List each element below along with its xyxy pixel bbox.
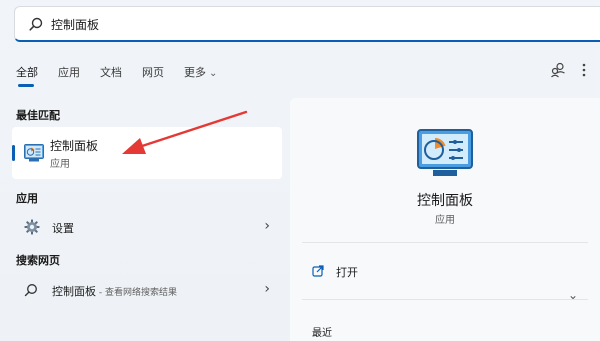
more-options-icon[interactable] bbox=[581, 62, 587, 78]
search-icon bbox=[24, 284, 37, 297]
tab-documents[interactable]: 文档 bbox=[100, 64, 122, 80]
chevron-right-icon: › bbox=[264, 281, 270, 297]
search-box[interactable]: 控制面板 bbox=[14, 6, 600, 42]
web-search-heading: 搜索网页 bbox=[16, 254, 60, 267]
best-match-title: 控制面板 bbox=[50, 139, 99, 153]
divider bbox=[302, 242, 588, 243]
gear-icon bbox=[24, 219, 40, 235]
control-panel-icon bbox=[24, 144, 44, 162]
best-match-heading: 最佳匹配 bbox=[16, 109, 60, 122]
best-match-type: 应用 bbox=[50, 159, 70, 170]
web-search-hint: - 查看网络搜索结果 bbox=[96, 288, 177, 298]
open-icon bbox=[312, 265, 324, 277]
detail-title: 控制面板 bbox=[417, 193, 473, 209]
list-item-settings[interactable]: 设置 › bbox=[12, 212, 282, 242]
tab-more[interactable]: 更多 ⌄ bbox=[184, 64, 217, 80]
annotation-arrow bbox=[122, 110, 248, 154]
account-share-icon[interactable] bbox=[550, 62, 566, 78]
chevron-right-icon: › bbox=[264, 218, 270, 234]
list-item-label: 控制面板 - 查看网络搜索结果 bbox=[52, 283, 177, 299]
tab-all[interactable]: 全部 bbox=[16, 64, 38, 80]
selection-indicator bbox=[12, 145, 15, 161]
tab-active-indicator bbox=[18, 84, 34, 87]
search-icon bbox=[29, 17, 43, 31]
apps-heading: 应用 bbox=[16, 192, 38, 205]
detail-type: 应用 bbox=[435, 215, 455, 226]
search-window: 控制面板 全部 应用 文档 网页 更多 ⌄ 最佳匹配 控制面板 应用 应用 设置… bbox=[0, 0, 600, 341]
list-item-web-search[interactable]: 控制面板 - 查看网络搜索结果 › bbox=[12, 275, 282, 305]
control-panel-icon bbox=[417, 129, 473, 176]
chevron-down-icon: ⌄ bbox=[209, 68, 218, 79]
tab-apps[interactable]: 应用 bbox=[58, 64, 80, 80]
divider bbox=[302, 299, 588, 300]
tab-web[interactable]: 网页 bbox=[142, 64, 164, 80]
tab-more-label: 更多 bbox=[184, 66, 206, 79]
search-input[interactable]: 控制面板 bbox=[51, 16, 99, 33]
web-search-query: 控制面板 bbox=[52, 285, 96, 298]
list-item-label: 设置 bbox=[52, 222, 74, 235]
detail-panel: 控制面板 应用 打开 ⌄ 最近 bbox=[290, 98, 600, 341]
recent-heading: 最近 bbox=[312, 328, 332, 339]
open-action[interactable]: 打开 bbox=[336, 264, 358, 280]
